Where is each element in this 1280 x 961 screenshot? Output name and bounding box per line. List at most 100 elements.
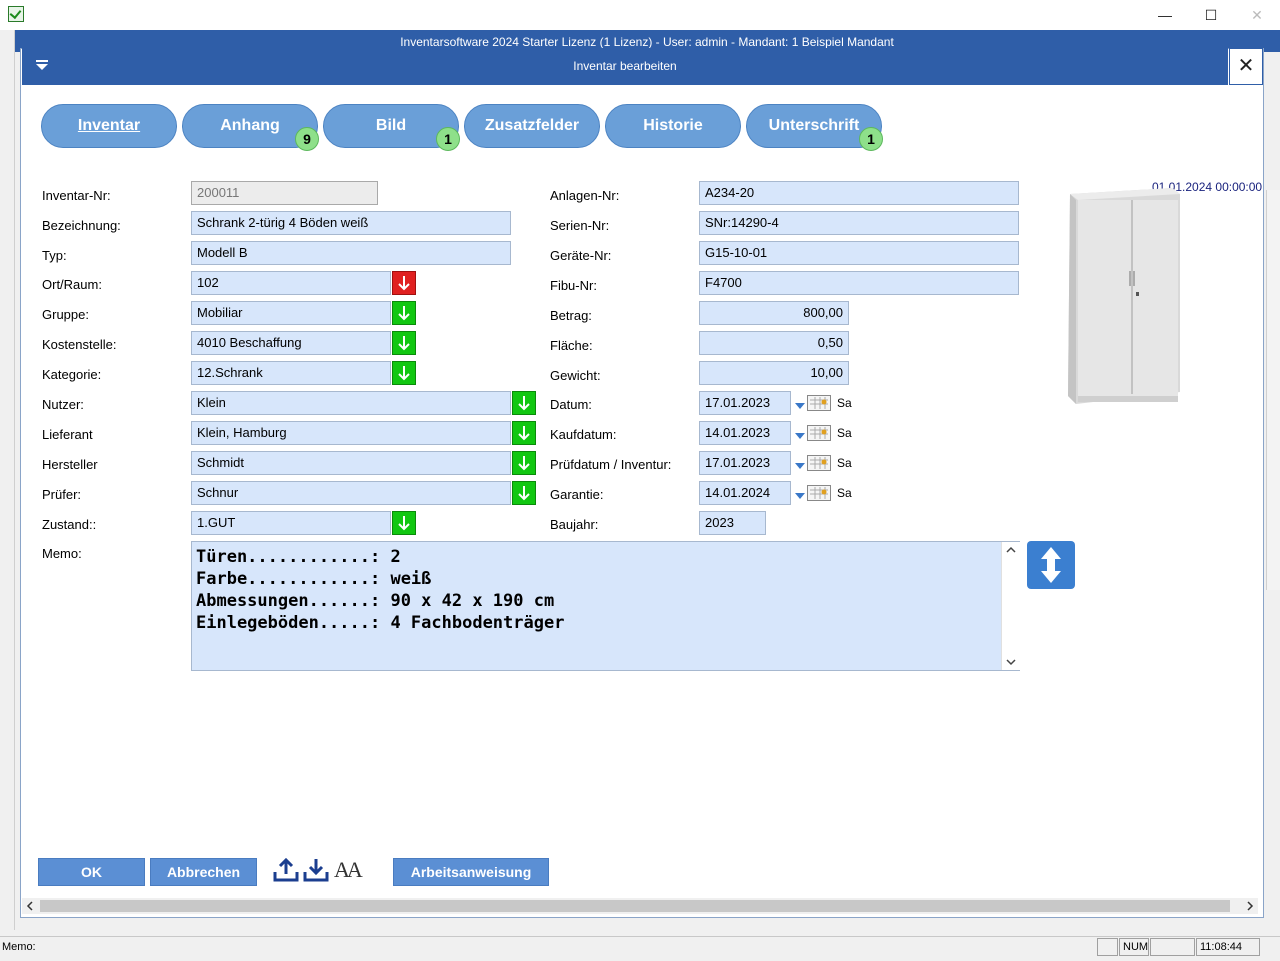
arrow-down-icon — [398, 276, 410, 291]
lieferant-field[interactable]: Klein, Hamburg — [191, 421, 511, 445]
minimize-button[interactable]: — — [1142, 4, 1188, 26]
flaeche-field[interactable]: 0,50 — [699, 331, 849, 355]
label-gruppe: Gruppe: — [42, 307, 89, 322]
label-nutzer: Nutzer: — [42, 397, 84, 412]
typ-field[interactable]: Modell B — [191, 241, 511, 265]
garantie-calendar-icon[interactable] — [807, 485, 831, 501]
garantie-weekday: Sa — [837, 486, 852, 500]
abbrechen-button[interactable]: Abbrechen — [150, 858, 257, 886]
hersteller-lookup-button[interactable] — [512, 451, 536, 475]
dialog-menu-icon[interactable] — [34, 60, 50, 72]
statusbar-num: NUM — [1119, 938, 1149, 956]
scroll-right-icon[interactable] — [1244, 900, 1256, 912]
lieferant-lookup-button[interactable] — [512, 421, 536, 445]
kostenstelle-lookup-button[interactable] — [392, 331, 416, 355]
font-size-icon[interactable]: AA — [334, 857, 363, 883]
fibu-nr-field[interactable]: F4700 — [699, 271, 1019, 295]
maximize-button[interactable]: ☐ — [1188, 4, 1234, 26]
label-bezeichnung: Bezeichnung: — [42, 218, 121, 233]
tab-anhang-badge: 9 — [295, 127, 319, 151]
arrow-down-icon — [398, 516, 410, 531]
label-kaufdatum: Kaufdatum: — [550, 427, 617, 442]
scroll-left-icon[interactable] — [24, 900, 36, 912]
bezeichnung-field[interactable]: Schrank 2-türig 4 Böden weiß — [191, 211, 511, 235]
kategorie-lookup-button[interactable] — [392, 361, 416, 385]
label-flaeche: Fläche: — [550, 338, 593, 353]
anlagen-nr-field[interactable]: A234-20 — [699, 181, 1019, 205]
label-pruefdatum: Prüfdatum / Inventur: — [550, 457, 672, 472]
statusbar-memo: Memo: — [2, 941, 36, 953]
left-panel-edge — [0, 30, 15, 930]
pruefdatum-field[interactable]: 17.01.2023 — [699, 451, 791, 475]
tab-historie[interactable]: Historie — [605, 104, 741, 148]
right-scrollbar[interactable] — [1266, 190, 1280, 590]
inventar-nr-field[interactable]: 200011 — [191, 181, 378, 205]
pruefdatum-calendar-icon[interactable] — [807, 455, 831, 471]
ok-button[interactable]: OK — [38, 858, 145, 886]
label-gewicht: Gewicht: — [550, 368, 601, 383]
datum-dropdown-icon[interactable] — [794, 400, 806, 412]
ort-raum-lookup-button[interactable] — [392, 271, 416, 295]
garantie-field[interactable]: 14.01.2024 — [699, 481, 791, 505]
gruppe-lookup-button[interactable] — [392, 301, 416, 325]
label-kategorie: Kategorie: — [42, 367, 102, 382]
gewicht-field[interactable]: 10,00 — [699, 361, 849, 385]
label-pruefer: Prüfer: — [42, 487, 82, 502]
zustand-field[interactable]: 1.GUT — [191, 511, 391, 535]
label-inventar-nr: Inventar-Nr: — [42, 188, 111, 203]
item-photo[interactable] — [1064, 186, 1184, 406]
kaufdatum-dropdown-icon[interactable] — [794, 430, 806, 442]
datum-calendar-icon[interactable] — [807, 395, 831, 411]
expand-memo-button[interactable] — [1027, 541, 1075, 589]
kategorie-field[interactable]: 12.Schrank — [191, 361, 391, 385]
label-datum: Datum: — [550, 397, 592, 412]
arrow-down-icon — [398, 306, 410, 321]
serien-nr-field[interactable]: SNr:14290-4 — [699, 211, 1019, 235]
label-betrag: Betrag: — [550, 308, 592, 323]
up-down-arrow-icon — [1041, 547, 1061, 583]
gruppe-field[interactable]: Mobiliar — [191, 301, 391, 325]
statusbar-cell-empty — [1097, 938, 1118, 956]
arrow-down-icon — [518, 396, 530, 411]
download-icon[interactable] — [302, 856, 330, 884]
app-close-button[interactable]: ✕ — [1234, 4, 1280, 26]
dialog-title: Inventar bearbeiten — [22, 48, 1228, 85]
arbeitsanweisung-button[interactable]: Arbeitsanweisung — [393, 858, 549, 886]
pruefer-field[interactable]: Schnur — [191, 481, 511, 505]
datum-field[interactable]: 17.01.2023 — [699, 391, 791, 415]
label-zustand: Zustand:: — [42, 517, 97, 532]
label-anlagen-nr: Anlagen-Nr: — [550, 188, 620, 203]
memo-scrollbar[interactable] — [1001, 542, 1020, 670]
kostenstelle-field[interactable]: 4010 Beschaffung — [191, 331, 391, 355]
label-lieferant: Lieferant — [42, 427, 93, 442]
baujahr-field[interactable]: 2023 — [699, 511, 766, 535]
betrag-field[interactable]: 800,00 — [699, 301, 849, 325]
statusbar-time: 11:08:44 — [1196, 938, 1260, 956]
ort-raum-field[interactable]: 102 — [191, 271, 391, 295]
tab-zusatzfelder[interactable]: Zusatzfelder — [464, 104, 600, 148]
label-hersteller: Hersteller — [42, 457, 98, 472]
dialog-close-button[interactable]: ✕ — [1229, 48, 1263, 85]
arrow-down-icon — [398, 336, 410, 351]
nutzer-lookup-button[interactable] — [512, 391, 536, 415]
garantie-dropdown-icon[interactable] — [794, 490, 806, 502]
arrow-down-icon — [518, 426, 530, 441]
nutzer-field[interactable]: Klein — [191, 391, 511, 415]
tab-inventar[interactable]: Inventar — [41, 104, 177, 148]
pruefdatum-dropdown-icon[interactable] — [794, 460, 806, 472]
label-ort-raum: Ort/Raum: — [42, 277, 102, 292]
kaufdatum-calendar-icon[interactable] — [807, 425, 831, 441]
hersteller-field[interactable]: Schmidt — [191, 451, 511, 475]
label-fibu-nr: Fibu-Nr: — [550, 278, 597, 293]
app-titlebar — [0, 0, 1280, 30]
label-serien-nr: Serien-Nr: — [550, 218, 610, 233]
label-kostenstelle: Kostenstelle: — [42, 337, 117, 352]
tab-unterschrift-badge: 1 — [859, 127, 883, 151]
pruefer-lookup-button[interactable] — [512, 481, 536, 505]
hscroll-thumb[interactable] — [40, 900, 1230, 912]
geraete-nr-field[interactable]: G15-10-01 — [699, 241, 1019, 265]
zustand-lookup-button[interactable] — [392, 511, 416, 535]
upload-icon[interactable] — [272, 856, 300, 884]
label-baujahr: Baujahr: — [550, 517, 599, 532]
kaufdatum-field[interactable]: 14.01.2023 — [699, 421, 791, 445]
